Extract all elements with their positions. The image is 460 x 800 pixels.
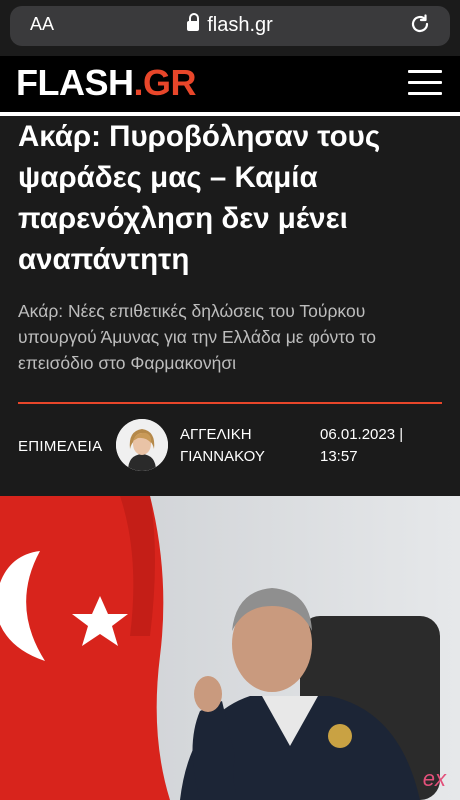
publish-date-time: 13:57 bbox=[320, 448, 358, 465]
url-text: flash.gr bbox=[207, 14, 273, 36]
site-header: FLASH.GR bbox=[0, 56, 460, 112]
logo-main: FLASH bbox=[16, 62, 134, 103]
lock-icon bbox=[187, 13, 200, 31]
article-photo-image bbox=[0, 496, 460, 800]
reload-icon[interactable] bbox=[408, 12, 432, 36]
article-headline: Ακάρ: Πυροβόλησαν τους ψαράδες μας – Καμ… bbox=[18, 120, 381, 276]
article-photo[interactable]: ex bbox=[0, 496, 460, 800]
address-bar[interactable]: AA flash.gr bbox=[10, 6, 450, 46]
author-first-name: ΑΓΓΕΛΙΚΗ bbox=[180, 426, 252, 443]
url-display[interactable]: flash.gr bbox=[10, 13, 450, 37]
byline-label: ΕΠΙΜΕΛΕΙΑ bbox=[18, 438, 103, 455]
hamburger-menu-icon[interactable] bbox=[408, 70, 442, 96]
watermark: ex bbox=[422, 766, 446, 791]
browser-bar: AA flash.gr bbox=[0, 0, 460, 54]
author-last-name: ΓΙΑΝΝΑΚΟΥ bbox=[180, 448, 265, 465]
site-logo[interactable]: FLASH.GR bbox=[16, 62, 197, 104]
article-subtitle: Ακάρ: Νέες επιθετικές δηλώσεις του Τούρκ… bbox=[18, 301, 376, 373]
logo-tld: GR bbox=[143, 62, 197, 103]
logo-dot: . bbox=[133, 62, 144, 103]
author-avatar[interactable] bbox=[116, 419, 168, 471]
publish-date: 06.01.2023 | 13:57 bbox=[320, 424, 403, 468]
article-header: Ακάρ: Πυροβόλησαν τους ψαράδες μας – Καμ… bbox=[0, 116, 460, 496]
accent-divider bbox=[18, 402, 442, 404]
publish-date-day: 06.01.2023 | bbox=[320, 426, 404, 443]
author-name[interactable]: ΑΓΓΕΛΙΚΗ ΓΙΑΝΝΑΚΟΥ bbox=[180, 424, 265, 468]
